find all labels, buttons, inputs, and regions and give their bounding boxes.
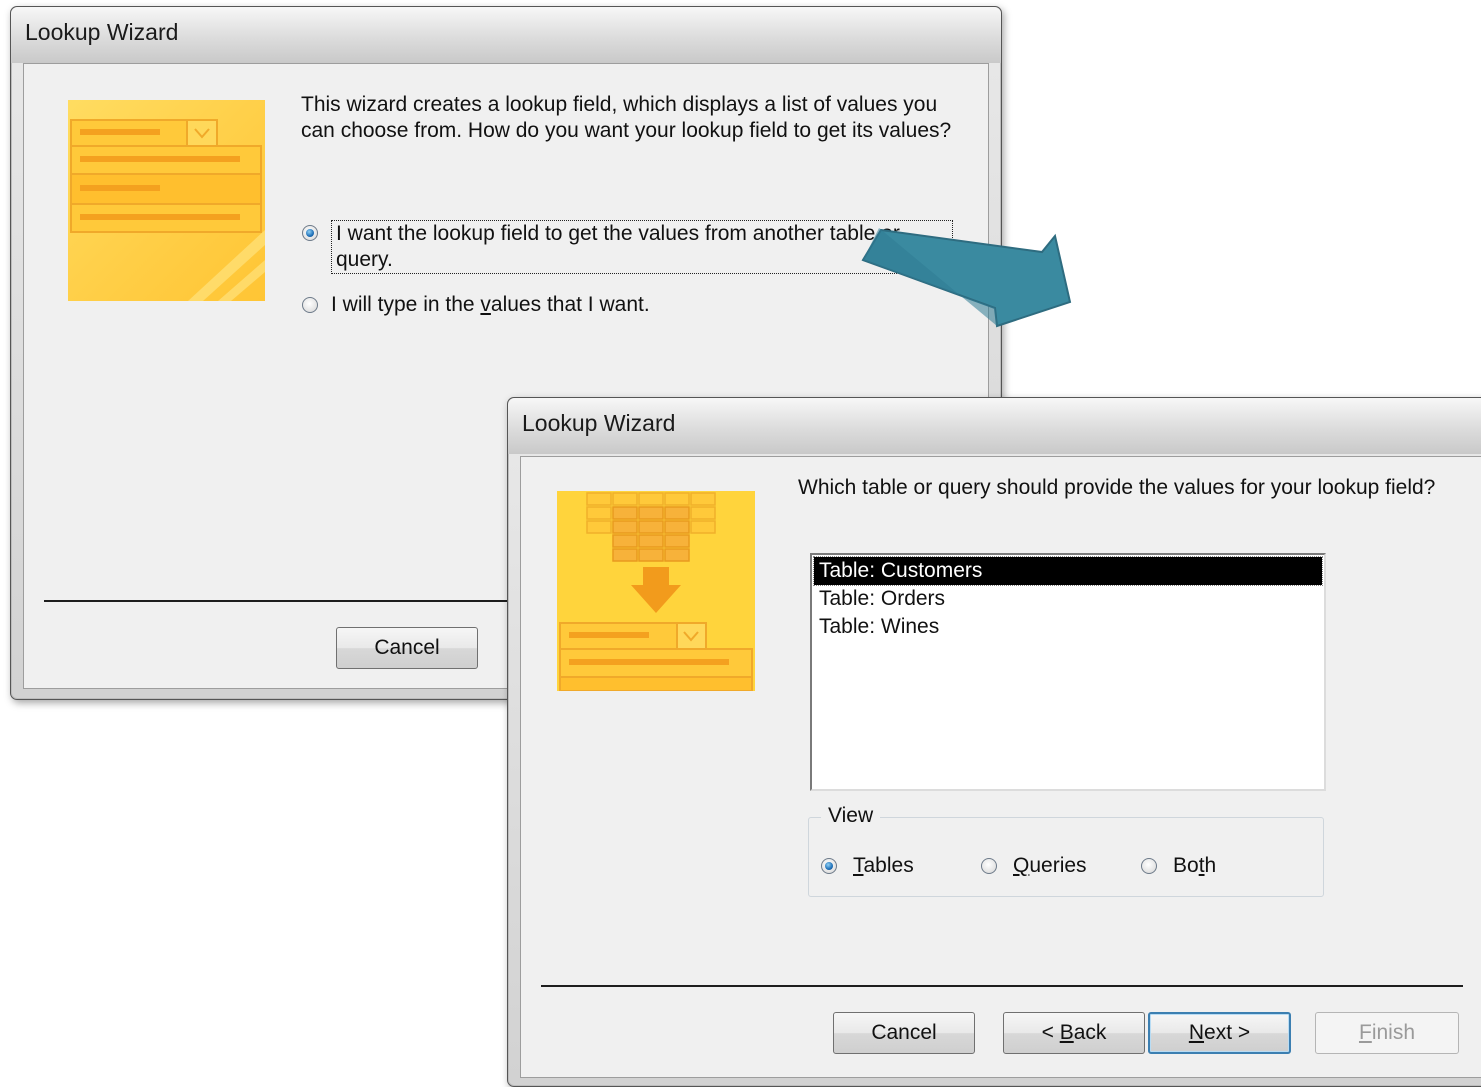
cancel-button[interactable]: Cancel xyxy=(336,627,478,669)
radio-button-unchecked[interactable] xyxy=(302,297,318,313)
footer-separator xyxy=(541,985,1463,987)
list-item[interactable]: Table: Wines xyxy=(814,613,1322,641)
back-button[interactable]: < Back xyxy=(1003,1012,1145,1054)
radio-button-checked[interactable] xyxy=(821,858,837,874)
wizard-prompt: Which table or query should provide the … xyxy=(798,476,1436,499)
title-bar[interactable]: Lookup Wizard xyxy=(508,398,1481,454)
cancel-button[interactable]: Cancel xyxy=(833,1012,975,1054)
dialog-title: Lookup Wizard xyxy=(25,19,179,45)
view-queries-option[interactable]: Queries xyxy=(981,853,1087,879)
radio-button-unchecked[interactable] xyxy=(1141,858,1157,874)
view-queries-label[interactable]: Queries xyxy=(1013,853,1087,879)
list-item[interactable]: Table: Orders xyxy=(814,585,1322,613)
view-group-label: View xyxy=(821,803,881,829)
radio-button-checked[interactable] xyxy=(302,225,318,241)
dialog-title: Lookup Wizard xyxy=(522,410,676,436)
next-button[interactable]: Next > xyxy=(1148,1012,1291,1054)
title-bar[interactable]: Lookup Wizard xyxy=(11,7,1001,63)
radio-option-type-values[interactable]: I will type in the values that I want. xyxy=(302,292,650,318)
view-tables-label[interactable]: Tables xyxy=(853,853,914,879)
option-type-values-label[interactable]: I will type in the values that I want. xyxy=(331,292,650,318)
table-list-box[interactable]: Table: Customers Table: Orders Table: Wine… xyxy=(810,553,1326,791)
view-both-option[interactable]: Both xyxy=(1141,853,1216,879)
table-to-lookup-icon xyxy=(557,491,755,691)
right-arrow-icon xyxy=(861,228,1072,328)
table-list: Table: Customers Table: Orders Table: Wine… xyxy=(813,556,1323,641)
lookup-list-icon xyxy=(68,100,265,301)
radio-button-unchecked[interactable] xyxy=(981,858,997,874)
list-item[interactable]: Table: Customers xyxy=(813,556,1323,586)
lookup-wizard-dialog-2: Lookup Wizard Which table or query shoul… xyxy=(507,397,1481,1087)
view-both-label[interactable]: Both xyxy=(1173,853,1216,879)
dialog-client-area: Which table or query should provide the … xyxy=(520,456,1481,1078)
wizard-prompt: This wizard creates a lookup field, whic… xyxy=(301,93,952,142)
finish-button[interactable]: Finish xyxy=(1315,1012,1459,1054)
view-tables-option[interactable]: Tables xyxy=(821,853,914,879)
